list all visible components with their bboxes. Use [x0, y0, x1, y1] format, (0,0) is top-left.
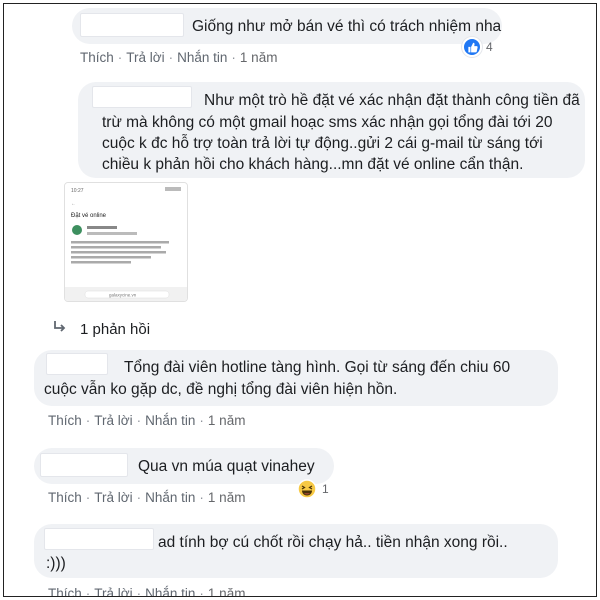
phone-screenshot: 10:27 ← Đặt vé online galaxycine.vn: [65, 183, 187, 301]
like-button[interactable]: Thích: [48, 490, 82, 505]
comment-text: trừ mà không có một gmail hoạc sms xác n…: [102, 114, 553, 131]
reaction-summary[interactable]: 4: [462, 37, 493, 57]
comment-text: Qua vn múa quạt vinahey: [138, 458, 315, 475]
svg-text:←: ←: [71, 201, 76, 207]
comment-thread: Giống như mở bán vé thì có trách nhiệm n…: [3, 3, 597, 597]
timestamp[interactable]: 1 năm: [208, 586, 246, 596]
timestamp[interactable]: 1 năm: [208, 490, 246, 505]
reaction-count: 4: [486, 40, 493, 54]
message-button[interactable]: Nhắn tin: [145, 413, 195, 428]
redacted-name: [46, 353, 108, 375]
reply-button[interactable]: Trả lời: [94, 490, 132, 505]
reaction-count: 1: [322, 482, 329, 496]
comment-text: chiều k phản hồi cho khách hàng...mn đặt…: [102, 156, 524, 173]
comment-actions: Thích · Trả lời · Nhắn tin · 1 năm: [80, 50, 278, 65]
redacted-name: [40, 453, 128, 477]
message-button[interactable]: Nhắn tin: [145, 490, 195, 505]
reply-button[interactable]: Trả lời: [126, 50, 164, 65]
reply-button[interactable]: Trả lời: [94, 586, 132, 596]
like-button[interactable]: Thích: [80, 50, 114, 65]
comment-text: cuộc vẫn ko gặp dc, đề nghị tổng đài viê…: [44, 381, 398, 398]
haha-reaction-icon: [296, 478, 318, 500]
redacted-name: [80, 13, 184, 37]
message-button[interactable]: Nhắn tin: [177, 50, 227, 65]
comment-text: Như một trò hề đặt vé xác nhận đặt thành…: [204, 92, 580, 109]
redacted-name: [92, 86, 192, 108]
email-subject: Đặt vé online: [71, 213, 107, 219]
comment-text: :))): [46, 555, 66, 572]
like-button[interactable]: Thích: [48, 586, 82, 596]
comment-bubble: Như một trò hề đặt vé xác nhận đặt thành…: [78, 82, 585, 178]
replies-count: 1 phản hồi: [80, 320, 151, 338]
comment-text: ad tính bợ cú chốt rồi chạy hả.. tiền nh…: [158, 534, 508, 551]
message-button[interactable]: Nhắn tin: [145, 586, 195, 596]
comment-bubble: ad tính bợ cú chốt rồi chạy hả.. tiền nh…: [34, 524, 558, 578]
like-button[interactable]: Thích: [48, 413, 82, 428]
reaction-summary[interactable]: 1: [296, 478, 329, 500]
attachment-url: galaxycine.vn: [109, 293, 137, 298]
reply-button[interactable]: Trả lời: [94, 413, 132, 428]
comment-actions: Thích · Trả lời · Nhắn tin · 1 năm: [48, 586, 246, 596]
comment-bubble: Giống như mở bán vé thì có trách nhiệm n…: [72, 8, 502, 44]
comment-text: cuộc k đc hỗ trợ toàn trả lời tự động..g…: [102, 135, 543, 152]
like-reaction-icon: [462, 37, 482, 57]
comment-bubble: Tổng đài viên hotline tàng hình. Gọi từ …: [34, 350, 558, 406]
comment-text: Tổng đài viên hotline tàng hình. Gọi từ …: [124, 359, 511, 376]
view-replies-link[interactable]: 1 phản hồi: [52, 320, 150, 338]
reply-arrow-icon: [52, 320, 68, 338]
comment-text: Giống như mở bán vé thì có trách nhiệm n…: [192, 18, 502, 35]
redacted-name: [44, 528, 154, 550]
comment-actions: Thích · Trả lời · Nhắn tin · 1 năm: [48, 490, 246, 505]
status-time: 10:27: [71, 188, 84, 194]
comment-bubble: Qua vn múa quạt vinahey: [34, 448, 334, 484]
timestamp[interactable]: 1 năm: [208, 413, 246, 428]
timestamp[interactable]: 1 năm: [240, 50, 278, 65]
comment-actions: Thích · Trả lời · Nhắn tin · 1 năm: [48, 413, 246, 428]
attachment-image[interactable]: 10:27 ← Đặt vé online galaxycine.vn: [64, 182, 188, 302]
